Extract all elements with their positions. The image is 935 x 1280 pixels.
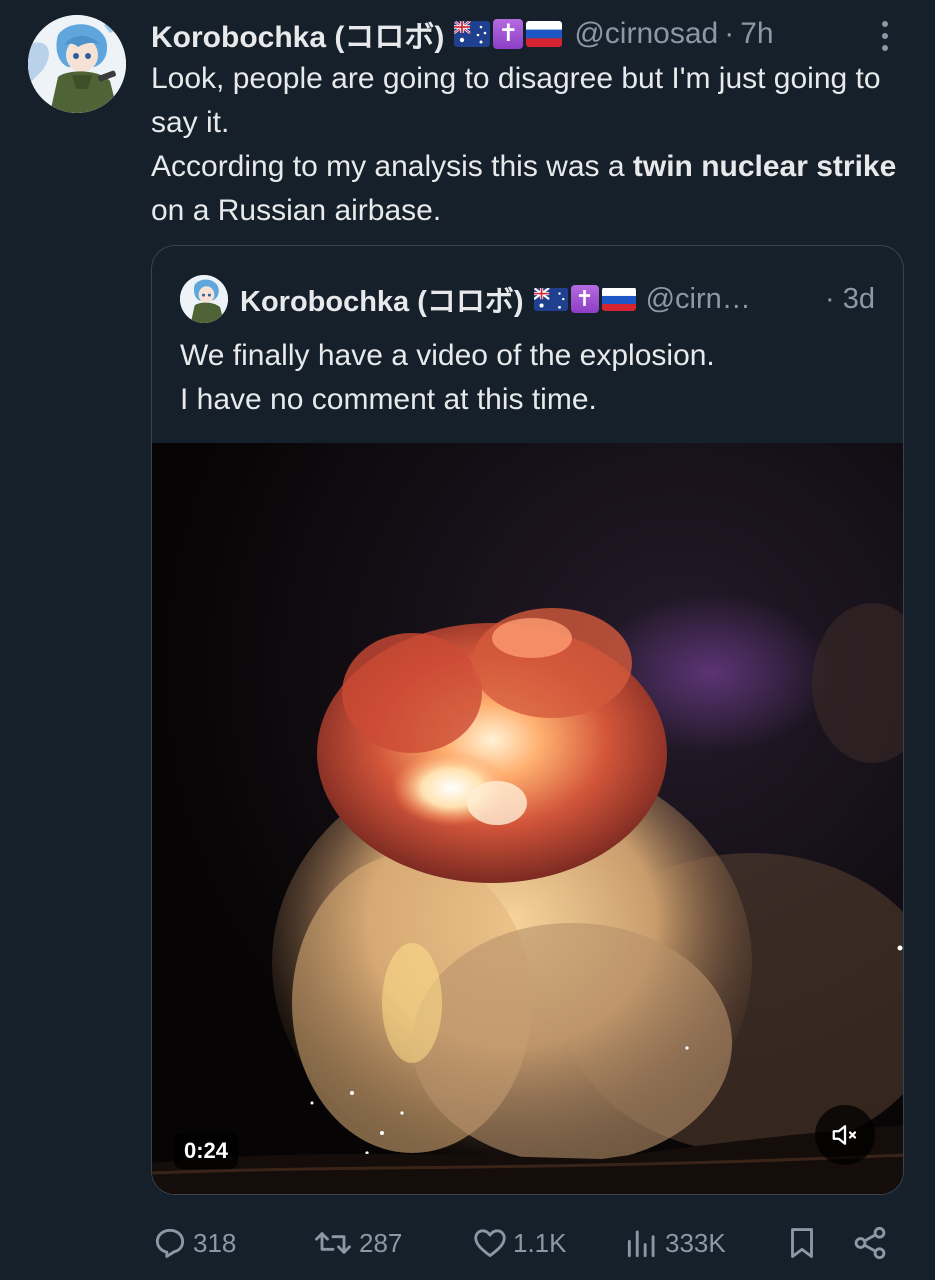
display-name[interactable]: Korobochka (コロボ) (151, 12, 444, 56)
view-count: 333K (665, 1227, 726, 1258)
heart-icon (474, 1229, 506, 1258)
russia-flag-icon (526, 21, 563, 47)
tweet-text-line: According to my analysis this was a twin… (151, 145, 911, 233)
tweet-actions: 318 287 1.1K 333K (151, 1218, 896, 1268)
tweet-text-line: Look, people are going to disagree but I… (151, 62, 881, 139)
explosion-video-frame (152, 443, 903, 1194)
quoted-tweet-card[interactable]: Korobochka (コロボ) ✝ @cirn… · 3d We finall… (151, 245, 904, 1195)
tweet-text: Look, people are going to disagree but I… (151, 57, 911, 233)
muted-speaker-icon (832, 1125, 857, 1145)
australia-flag-icon (454, 21, 491, 47)
bookmark-button[interactable] (783, 1218, 821, 1268)
video-player[interactable]: 0:24 (152, 443, 903, 1194)
video-duration: 0:24 (174, 1133, 239, 1169)
tweet-text-bold: twin nuclear strike (632, 150, 897, 183)
share-button[interactable] (851, 1218, 889, 1268)
tweet-header: Korobochka (コロボ) ✝ @cirnosad · 7h (151, 12, 774, 56)
repost-button[interactable]: 287 (311, 1218, 402, 1268)
latin-cross-icon: ✝ (570, 285, 599, 313)
reply-button[interactable]: 318 (151, 1218, 236, 1268)
quoted-avatar (180, 275, 228, 323)
more-dot-icon (882, 33, 888, 39)
flag-badges: ✝ (454, 19, 563, 49)
avatar[interactable] (28, 15, 126, 113)
repost-count: 287 (359, 1227, 403, 1258)
russia-flag-icon (601, 287, 636, 311)
tweet-text-prefix: According to my analysis this was a (151, 150, 633, 183)
like-button[interactable]: 1.1K (471, 1218, 567, 1268)
separator-dot: · (724, 17, 735, 50)
tweet-text-suffix: on a Russian airbase. (151, 194, 442, 227)
avatar-illustration (28, 15, 126, 113)
quoted-flag-badges: ✝ (533, 285, 636, 313)
handle[interactable]: @cirnosad (574, 17, 718, 51)
quoted-display-name: Korobochka (コロボ) (240, 286, 524, 318)
more-dot-icon (882, 45, 888, 51)
analytics-icon (627, 1230, 655, 1258)
repost-icon (315, 1232, 351, 1254)
quoted-tweet-header: Korobochka (コロボ) ✝ @cirn… (180, 274, 751, 324)
tweet: Korobochka (コロボ) ✝ @cirnosad · 7h Look, … (0, 0, 935, 1280)
quoted-tweet-text: We finally have a video of the explosion… (180, 334, 880, 422)
reply-count: 318 (193, 1227, 237, 1258)
reply-icon (155, 1228, 185, 1258)
timestamp[interactable]: 7h (740, 17, 773, 51)
bookmark-icon (791, 1228, 813, 1258)
share-icon (854, 1226, 886, 1260)
quoted-text-line: We finally have a video of the explosion… (180, 339, 715, 372)
latin-cross-icon: ✝ (493, 19, 524, 49)
mute-button[interactable] (815, 1105, 875, 1165)
like-count: 1.1K (513, 1227, 567, 1258)
quoted-handle: @cirn… (645, 282, 751, 315)
quoted-text-line: I have no comment at this time. (180, 383, 597, 416)
more-options-button[interactable] (868, 14, 902, 58)
quoted-timestamp: · 3d (825, 282, 875, 315)
australia-flag-icon (533, 287, 568, 311)
views-button[interactable]: 333K (623, 1218, 726, 1268)
more-dot-icon (882, 21, 888, 27)
